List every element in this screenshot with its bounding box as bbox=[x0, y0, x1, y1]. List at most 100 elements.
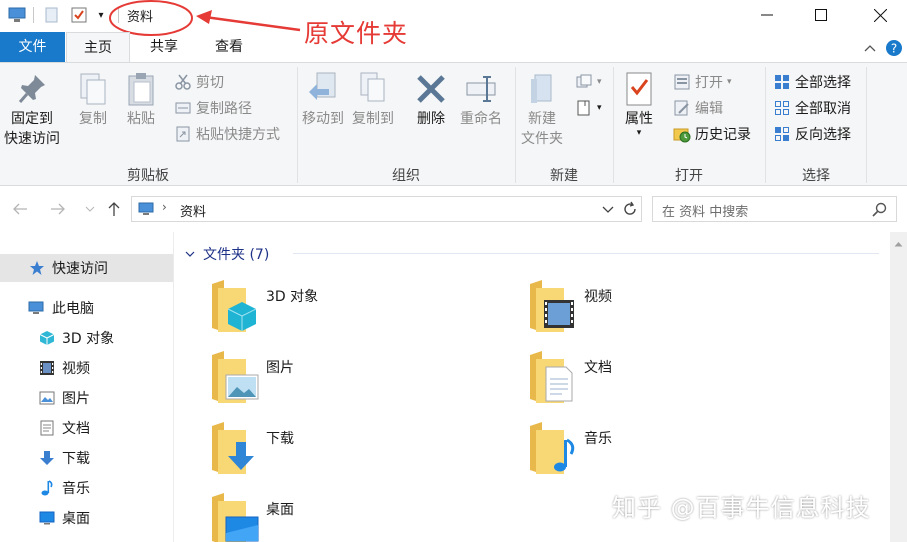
nav-item-this-pc[interactable]: 此电脑 bbox=[28, 294, 94, 322]
navigation-pane: 快速访问 此电脑 3D 对象 视频 图片 文档 下载 音乐 桌面 bbox=[0, 232, 174, 542]
select-all-icon bbox=[773, 73, 791, 91]
paste-shortcut-button[interactable]: 粘贴快捷方式 bbox=[174, 123, 280, 145]
copy-path-icon bbox=[174, 99, 192, 117]
address-path: 资料 bbox=[180, 205, 207, 220]
cut-button[interactable]: 剪切 bbox=[174, 71, 224, 93]
tab-view[interactable]: 查看 bbox=[198, 32, 260, 62]
back-button[interactable] bbox=[10, 198, 30, 220]
pin-icon bbox=[15, 69, 49, 109]
svg-text:?: ? bbox=[891, 42, 897, 56]
folder-documents-icon bbox=[528, 349, 588, 409]
tab-home[interactable]: 主页 bbox=[66, 32, 130, 63]
paste-button[interactable]: 粘贴 bbox=[124, 69, 158, 129]
ribbon-tabs: 文件 主页 共享 查看 ? bbox=[0, 32, 907, 63]
tab-share[interactable]: 共享 bbox=[134, 32, 194, 62]
folder-music-icon bbox=[528, 420, 588, 480]
picture-icon bbox=[38, 389, 56, 407]
select-all-button[interactable]: 全部选择 bbox=[773, 71, 851, 93]
easy-access-button[interactable]: ▾ bbox=[575, 97, 602, 119]
nav-item-3d-objects[interactable]: 3D 对象 bbox=[38, 324, 114, 352]
copy-to-button[interactable]: 复制到 bbox=[352, 69, 394, 129]
copy-path-button[interactable]: 复制路径 bbox=[174, 97, 252, 119]
move-to-button[interactable]: 移动到 bbox=[302, 69, 344, 129]
group-collapse-icon bbox=[185, 251, 195, 257]
delete-x-icon bbox=[414, 69, 448, 109]
nav-item-videos[interactable]: 视频 bbox=[38, 354, 90, 382]
folder-documents[interactable]: 文档 bbox=[528, 349, 828, 413]
computer-icon bbox=[138, 201, 156, 221]
music-note-icon bbox=[38, 479, 56, 497]
address-row: › 资料 在 资料 中搜索 bbox=[0, 186, 907, 232]
address-dropdown-icon[interactable] bbox=[602, 203, 614, 218]
delete-button[interactable]: 删除 bbox=[414, 69, 448, 129]
folder-videos-icon bbox=[528, 278, 588, 338]
nav-item-pictures[interactable]: 图片 bbox=[38, 384, 90, 412]
new-folder-icon bbox=[525, 69, 559, 109]
group-label-organize: 组织 bbox=[392, 168, 420, 184]
film-icon bbox=[38, 359, 56, 377]
folder-3d-objects[interactable]: 3D 对象 bbox=[210, 278, 510, 342]
rename-icon bbox=[464, 69, 498, 109]
search-input[interactable]: 在 资料 中搜索 bbox=[652, 196, 897, 222]
scissors-icon bbox=[174, 73, 192, 91]
group-label-new: 新建 bbox=[550, 168, 578, 184]
properties-icon bbox=[622, 69, 656, 109]
open-button[interactable]: 打开 ▾ bbox=[673, 71, 732, 93]
open-icon bbox=[673, 73, 691, 91]
folder-videos[interactable]: 视频 bbox=[528, 278, 828, 342]
select-none-button[interactable]: 全部取消 bbox=[773, 97, 851, 119]
copy-button[interactable]: 复制 bbox=[76, 69, 110, 129]
group-label-clipboard: 剪贴板 bbox=[127, 168, 169, 184]
nav-item-quick-access[interactable]: 快速访问 bbox=[0, 254, 173, 282]
folder-desktop-icon bbox=[210, 491, 270, 542]
copy-to-icon bbox=[356, 69, 390, 109]
properties-button[interactable]: 属性 ▾ bbox=[622, 69, 656, 138]
select-none-icon bbox=[773, 99, 791, 117]
invert-selection-button[interactable]: 反向选择 bbox=[773, 123, 851, 145]
recent-locations-icon[interactable] bbox=[80, 198, 100, 220]
ribbon-collapse-icon[interactable] bbox=[860, 38, 880, 58]
nav-item-documents[interactable]: 文档 bbox=[38, 414, 90, 442]
scroll-up-icon[interactable] bbox=[894, 236, 903, 251]
folder-downloads[interactable]: 下载 bbox=[210, 420, 510, 484]
nav-item-music[interactable]: 音乐 bbox=[38, 474, 90, 502]
tab-file[interactable]: 文件 bbox=[0, 32, 65, 62]
pin-to-quick-access-button[interactable]: 固定到 快速访问 bbox=[4, 69, 60, 149]
up-button[interactable] bbox=[104, 198, 124, 220]
annotation-arrowhead bbox=[196, 10, 212, 24]
folder-group-header[interactable]: 文件夹 (7) bbox=[185, 244, 269, 264]
paste-shortcut-icon bbox=[174, 125, 192, 143]
forward-button[interactable] bbox=[48, 198, 68, 220]
nav-item-desktop[interactable]: 桌面 bbox=[38, 504, 90, 532]
refresh-icon[interactable] bbox=[622, 201, 638, 221]
new-folder-button[interactable]: 新建 文件夹 bbox=[521, 69, 563, 149]
group-label-select: 选择 bbox=[802, 168, 830, 184]
search-icon[interactable] bbox=[872, 202, 887, 221]
group-label-open: 打开 bbox=[675, 168, 703, 184]
search-placeholder: 在 资料 中搜索 bbox=[662, 205, 749, 220]
easy-access-icon bbox=[575, 99, 593, 117]
download-arrow-icon bbox=[38, 449, 56, 467]
history-button[interactable]: 历史记录 bbox=[673, 123, 751, 145]
help-icon[interactable]: ? bbox=[884, 38, 904, 58]
new-item-button[interactable]: ▾ bbox=[575, 71, 602, 93]
folder-music[interactable]: 音乐 bbox=[528, 420, 828, 484]
move-to-icon bbox=[306, 69, 340, 109]
folder-pictures[interactable]: 图片 bbox=[210, 349, 510, 413]
breadcrumb-chevron-icon: › bbox=[162, 200, 167, 214]
document-icon bbox=[38, 419, 56, 437]
annotation-arrow bbox=[204, 15, 301, 32]
folder-desktop[interactable]: 桌面 bbox=[210, 491, 510, 542]
invert-selection-icon bbox=[773, 125, 791, 143]
edit-button[interactable]: 编辑 bbox=[673, 97, 723, 119]
computer-icon bbox=[28, 299, 46, 317]
cube-icon bbox=[38, 329, 56, 347]
folder-3d-objects-icon bbox=[210, 278, 270, 338]
folder-downloads-icon bbox=[210, 420, 270, 480]
nav-item-downloads[interactable]: 下载 bbox=[38, 444, 90, 472]
edit-icon bbox=[673, 99, 691, 117]
ribbon: 固定到 快速访问 复制 粘贴 剪切 复制路径 粘贴快捷方式 剪贴板 移动到 复制… bbox=[0, 62, 907, 186]
vertical-scrollbar[interactable] bbox=[890, 232, 907, 542]
address-bar[interactable]: › 资料 bbox=[131, 196, 642, 222]
rename-button[interactable]: 重命名 bbox=[460, 69, 502, 129]
